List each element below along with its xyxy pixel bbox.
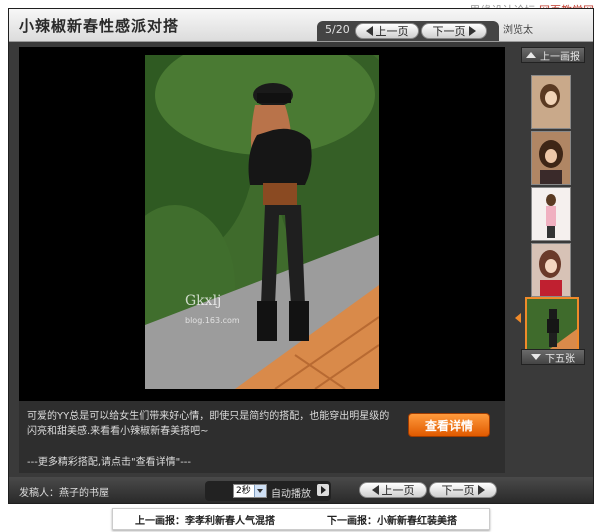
photo-illustration: Gkxlj blog.163.com	[145, 55, 379, 389]
bottom-prev-button[interactable]: 上一页	[359, 482, 427, 498]
thumbnail-2-image	[532, 132, 570, 184]
next-five-label: 下五张	[545, 353, 575, 365]
autoplay-controls: 2秒 自动播放	[205, 481, 331, 501]
album-links: 上一画报：李孝利新春人气混搭 下一画报：小新新春红装美搭	[112, 508, 490, 530]
thumbnail-5-image	[527, 299, 577, 351]
photo-description: 可爱的YY总是可以给女生们带来好心情，即使只是简约的搭配，也能穿出明星级的闪亮和…	[19, 401, 505, 473]
prev-album-link[interactable]: 上一画报：李孝利新春人气混搭	[135, 512, 275, 527]
top-next-button[interactable]: 下一页	[421, 23, 487, 39]
thumbnail-3-image	[532, 188, 570, 240]
thumbnail-4[interactable]	[531, 243, 571, 297]
bottom-next-button[interactable]: 下一页	[429, 482, 497, 498]
top-prev-label: 上一页	[375, 25, 409, 38]
prev-album-button[interactable]: 上一画报	[521, 47, 585, 63]
chevron-down-icon	[254, 485, 266, 497]
bottom-next-label: 下一页	[441, 484, 475, 497]
interval-select[interactable]: 2秒	[233, 484, 267, 498]
thumbnail-1-image	[532, 76, 570, 128]
photo-watermark-site: blog.163.com	[185, 316, 240, 325]
gallery-header: 小辣椒新春性感派对搭 5/20 上一页 下一页 浏览太	[9, 9, 593, 42]
bottom-prev-label: 上一页	[381, 484, 415, 497]
prev-album-label: 上一画报	[540, 51, 580, 63]
arrow-left-icon	[365, 26, 373, 36]
view-details-button[interactable]: 查看详情	[408, 413, 490, 437]
thumbnail-2[interactable]	[531, 131, 571, 185]
autoplay-label: 自动播放	[271, 489, 311, 500]
top-next-label: 下一页	[432, 25, 466, 38]
arrow-down-icon	[531, 354, 541, 360]
description-text: 可爱的YY总是可以给女生们带来好心情，即使只是简约的搭配，也能穿出明星级的闪亮和…	[27, 411, 390, 437]
photo-watermark-text: Gkxlj	[185, 293, 221, 309]
browse-link[interactable]: 浏览太	[501, 21, 593, 41]
current-thumbnail-marker	[515, 313, 521, 323]
play-icon[interactable]	[317, 484, 329, 496]
main-photo[interactable]: Gkxlj blog.163.com	[145, 55, 379, 389]
gallery-footer: 发稿人：燕子的书屋 2秒 自动播放 上一页 下一页	[9, 477, 593, 503]
top-nav: 5/20 上一页 下一页	[317, 21, 499, 41]
thumbnail-1[interactable]	[531, 75, 571, 129]
arrow-up-icon	[526, 52, 536, 58]
thumbnail-4-image	[532, 244, 570, 296]
photo-gallery: 小辣椒新春性感派对搭 5/20 上一页 下一页 浏览太 Gkxlj blog.1…	[8, 8, 594, 504]
arrow-right-icon	[477, 485, 485, 495]
description-more: ---更多精彩搭配,请点击"查看详情"---	[27, 457, 192, 468]
arrow-left-icon	[371, 485, 379, 495]
thumbnail-3[interactable]	[531, 187, 571, 241]
gallery-title: 小辣椒新春性感派对搭	[19, 17, 180, 35]
interval-value: 2秒	[236, 486, 251, 496]
page-counter: 5/20	[325, 23, 350, 36]
next-album-link[interactable]: 下一画报：小新新春红装美搭	[327, 512, 457, 527]
poster-credit: 发稿人：燕子的书屋	[19, 488, 109, 499]
next-five-button[interactable]: 下五张	[521, 349, 585, 365]
top-prev-button[interactable]: 上一页	[355, 23, 419, 39]
thumbnail-strip: 上一画报 下五张	[513, 47, 587, 473]
arrow-right-icon	[468, 26, 476, 36]
main-viewer: Gkxlj blog.163.com	[19, 47, 505, 401]
thumbnail-5-current[interactable]	[525, 297, 579, 353]
